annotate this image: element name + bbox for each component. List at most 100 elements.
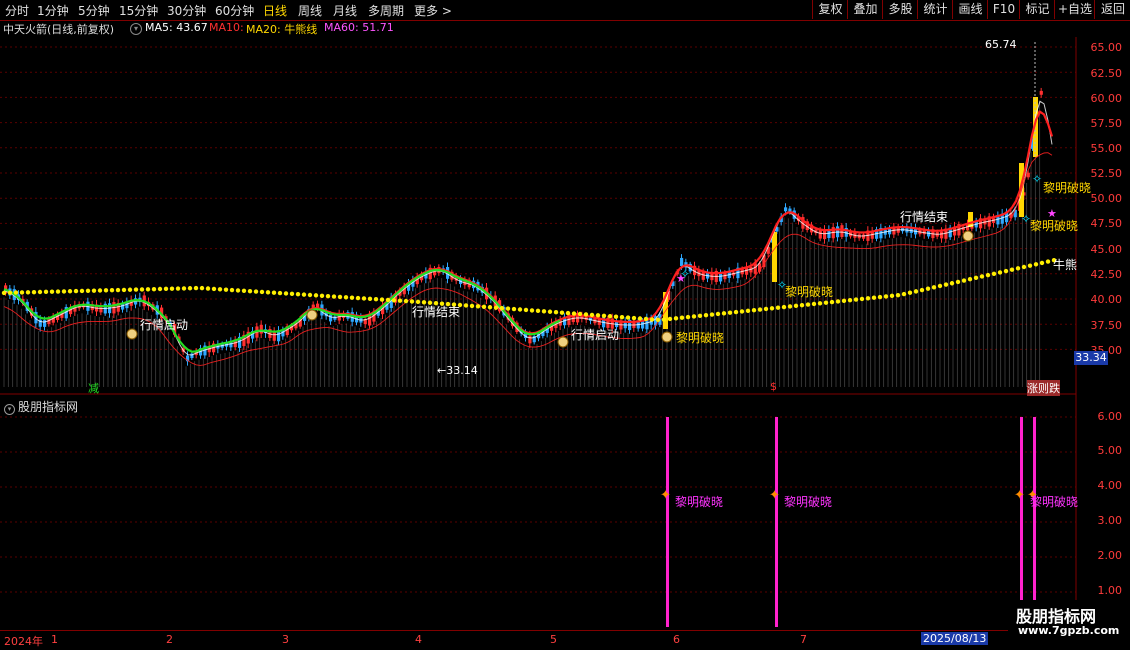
month-label: 7 — [800, 633, 807, 646]
signal-bar — [775, 417, 778, 627]
bull-bear-dot — [187, 286, 193, 291]
bull-bear-dot — [1015, 266, 1021, 271]
period-1min[interactable]: 1分钟 — [37, 2, 69, 19]
settings-icon[interactable]: ▾ — [130, 23, 142, 35]
add-watchlist-button[interactable]: +自选 — [1054, 0, 1095, 19]
period-60min[interactable]: 60分钟 — [215, 2, 254, 19]
candle-body — [329, 314, 333, 322]
period-monthly[interactable]: 月线 — [333, 2, 357, 19]
bull-bear-dot — [91, 288, 97, 293]
bull-bear-dot — [811, 301, 817, 307]
period-30min[interactable]: 30分钟 — [167, 2, 206, 19]
bull-bear-dot — [787, 304, 793, 309]
bull-bear-dot — [793, 303, 799, 309]
money-bag-icon — [661, 331, 673, 343]
candle-body — [259, 324, 263, 334]
bull-bear-dot — [913, 289, 919, 294]
bull-bear-dot — [925, 286, 931, 291]
dawn-label-3: 黎明破晓 — [1043, 181, 1092, 195]
back-button[interactable]: 返回 — [1094, 0, 1130, 19]
bull-bear-dot — [163, 286, 169, 292]
bull-bear-dot — [955, 279, 961, 285]
bottom-right-label: 涨则跌 — [1027, 380, 1060, 396]
bull-bear-dot — [637, 316, 643, 321]
bull-bear-dot — [403, 298, 409, 304]
bull-bear-dot — [577, 311, 583, 317]
bull-bear-dot — [7, 290, 13, 295]
mark-button[interactable]: 标记 — [1019, 0, 1055, 19]
price-label: 55.00 — [1090, 142, 1123, 155]
bull-bear-dot — [613, 314, 619, 319]
butterfly-icon: ✧ — [1032, 172, 1042, 186]
butterfly-icon: ✦ — [769, 488, 780, 503]
bull-bear-dot — [1021, 264, 1027, 270]
bull-bear-dot — [733, 309, 739, 315]
bull-bear-dot — [121, 287, 127, 293]
bull-bear-dot — [817, 301, 823, 306]
bull-bear-dot — [859, 296, 865, 302]
price-label: 45.00 — [1090, 243, 1123, 256]
adjust-button[interactable]: 复权 — [812, 0, 848, 19]
bull-bear-dot — [889, 293, 895, 299]
lower-dawn-label-3: 黎明破晓 — [1030, 495, 1079, 509]
bull-bear-dot — [43, 289, 49, 295]
bull-bear-dot — [631, 315, 637, 321]
kline-chart[interactable]: ✦ ✦ ✦ ✦ ✧✧✧✧★★ — [0, 37, 1130, 630]
bull-bear-dot — [19, 290, 25, 295]
butterfly-icon: ✦ — [1014, 488, 1025, 503]
period-weekly[interactable]: 周线 — [298, 2, 322, 19]
bull-bear-dot — [943, 282, 949, 287]
period-fenshi[interactable]: 分时 — [5, 2, 29, 19]
end-label-1: 行情结束 — [412, 305, 461, 319]
highlight-candle — [772, 232, 777, 282]
bull-bear-dot — [517, 307, 523, 312]
bull-bear-dot — [67, 289, 73, 294]
bull-bear-dot — [307, 292, 313, 298]
period-daily[interactable]: 日线 — [263, 2, 287, 19]
bull-bear-dot — [721, 311, 727, 316]
bull-bear-dot — [835, 299, 841, 304]
lower-dawn-label-1: 黎明破晓 — [675, 495, 724, 509]
overlay-button[interactable]: 叠加 — [847, 0, 883, 19]
bull-bear-dot — [967, 276, 973, 282]
lower-axis-label: 4.00 — [1097, 479, 1123, 492]
highlight-candle — [968, 212, 973, 227]
bull-bear-dot — [1009, 267, 1015, 272]
stats-button[interactable]: 统计 — [917, 0, 953, 19]
bull-bear-dot — [661, 317, 667, 322]
bull-bear-dot — [607, 314, 613, 319]
s-mark-label: $ — [770, 380, 777, 393]
price-label: 57.50 — [1090, 117, 1123, 130]
price-label: 42.50 — [1090, 268, 1123, 281]
period-15min[interactable]: 15分钟 — [119, 2, 158, 19]
lower-pane-name: 股朋指标网 — [18, 400, 79, 414]
bull-bear-dot — [397, 298, 403, 303]
multi-stock-button[interactable]: 多股 — [882, 0, 918, 19]
period-more[interactable]: 更多 > — [414, 2, 452, 19]
bull-bear-dot — [391, 298, 397, 303]
bull-bear-dot — [739, 309, 745, 314]
pane-settings-icon[interactable]: ▾ — [4, 404, 15, 415]
period-5min[interactable]: 5分钟 — [78, 2, 110, 19]
bull-bear-dot — [229, 287, 235, 293]
bull-bear-dot — [763, 306, 769, 312]
low-price-label: ←33.14 — [437, 364, 478, 377]
price-label: 60.00 — [1090, 92, 1123, 105]
draw-line-button[interactable]: 画线 — [952, 0, 988, 19]
bull-bear-dot — [931, 285, 937, 290]
candle-body — [528, 335, 532, 344]
bull-bear-dot — [283, 291, 289, 296]
bull-bear-dot — [355, 295, 361, 301]
bull-bear-dot — [319, 293, 325, 298]
f10-button[interactable]: F10 — [987, 0, 1020, 19]
bull-bear-dot — [523, 307, 529, 313]
bull-bear-dot — [73, 288, 79, 294]
month-label: 5 — [550, 633, 557, 646]
bull-bear-dot — [547, 309, 553, 314]
bull-bear-dot — [553, 310, 559, 315]
money-bag-icon — [126, 328, 138, 340]
price-label: 65.00 — [1090, 41, 1123, 54]
bull-bear-dot — [31, 289, 37, 295]
period-multi[interactable]: 多周期 — [368, 2, 404, 19]
ma20-value: MA20: 牛熊线 — [246, 23, 318, 36]
